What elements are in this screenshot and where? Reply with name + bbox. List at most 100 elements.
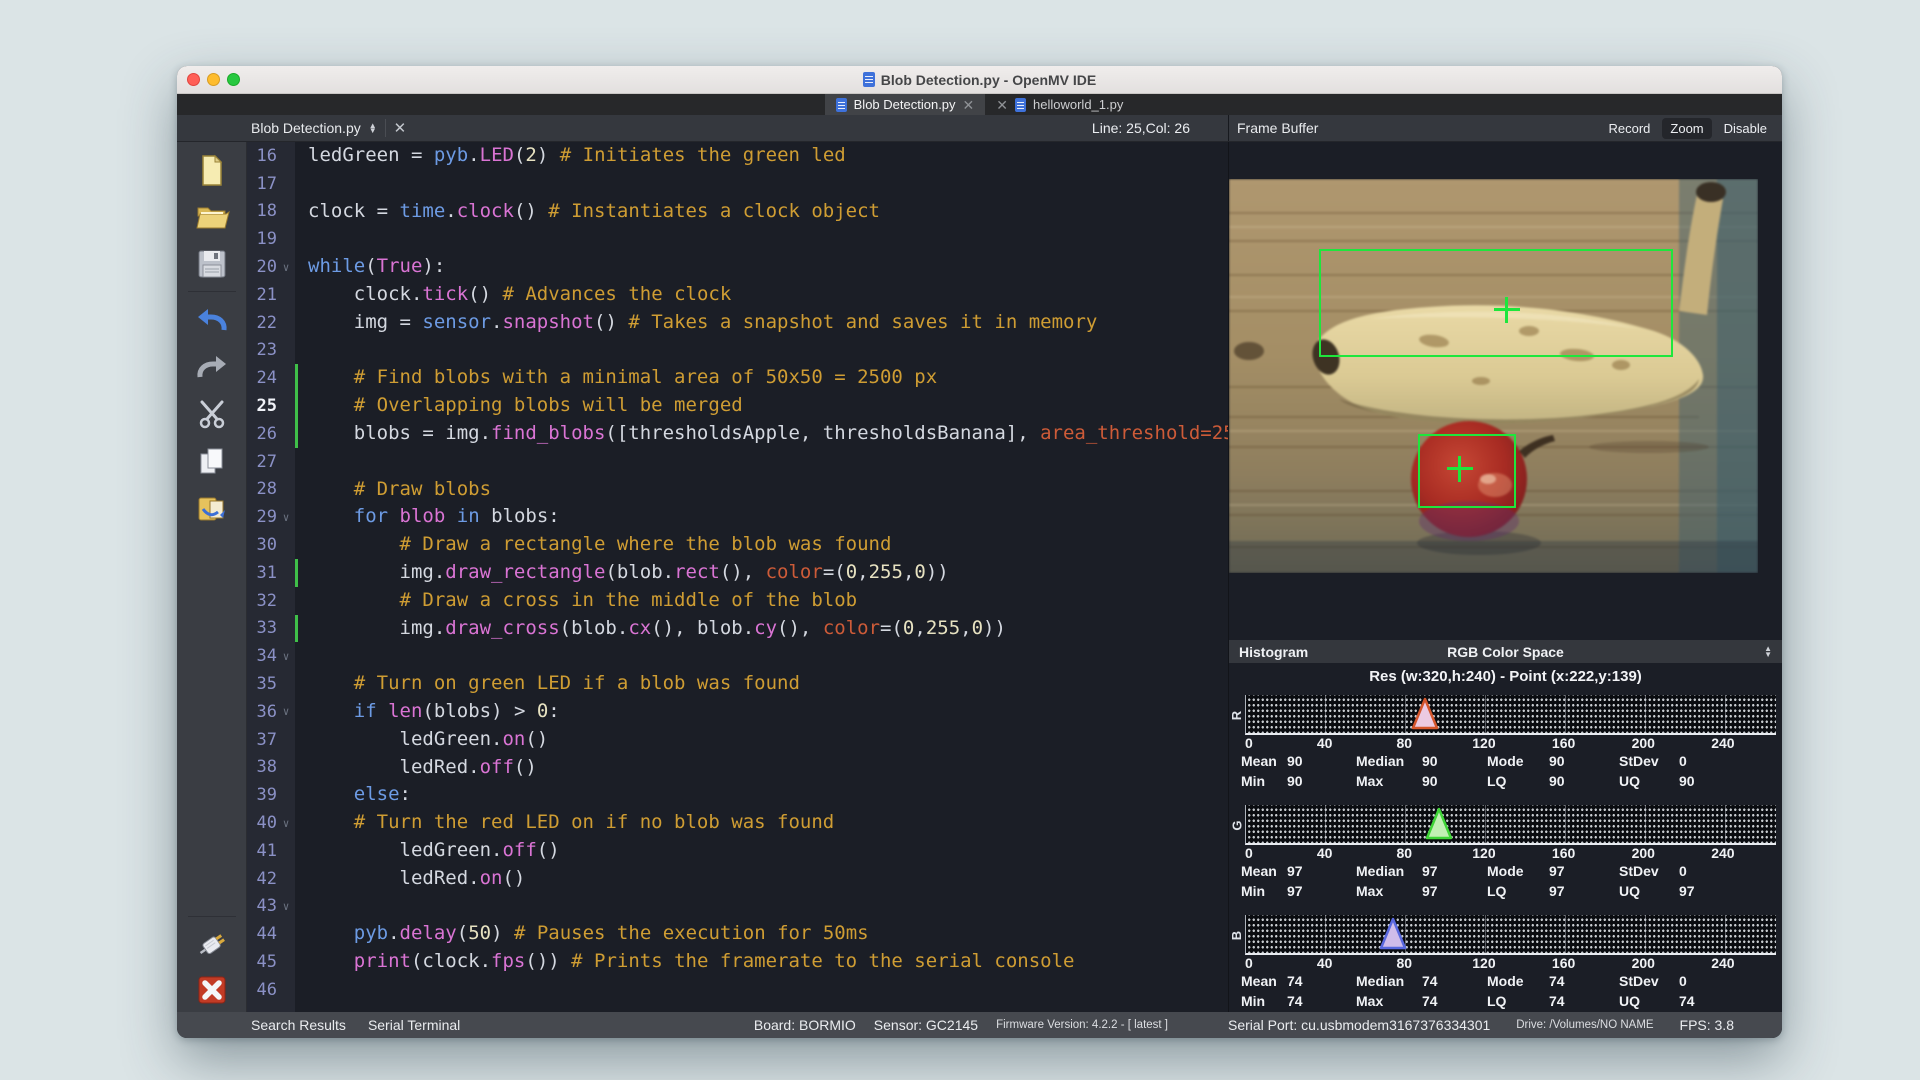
code-text[interactable]: # Draw a cross in the middle of the blob	[298, 587, 857, 615]
color-space-chevron-icon[interactable]: ▲▼	[1764, 646, 1772, 657]
toolbar-separator	[188, 291, 236, 292]
copy-button[interactable]	[177, 437, 247, 484]
line-number: 26	[247, 424, 277, 444]
frame-buffer-title: Frame Buffer	[1229, 120, 1318, 136]
undo-button[interactable]	[177, 296, 247, 343]
fold-arrow-icon[interactable]: ∨	[277, 817, 295, 830]
code-text[interactable]: print(clock.fps()) # Prints the framerat…	[298, 948, 1074, 976]
banana-apple-photo	[1229, 179, 1758, 573]
line-number: 19	[247, 229, 277, 249]
toolbar-separator-bottom	[188, 916, 236, 917]
code-text[interactable]: clock.tick() # Advances the clock	[298, 281, 731, 309]
code-text[interactable]: ledRed.on()	[298, 865, 525, 893]
code-text[interactable]: img.draw_cross(blob.cx(), blob.cy(), col…	[298, 615, 1006, 643]
line-number: 22	[247, 313, 277, 333]
peak-marker-G	[1425, 806, 1453, 845]
line-number: 42	[247, 869, 277, 889]
apple-blob-cross	[1447, 456, 1473, 482]
fold-arrow-icon[interactable]: ∨	[277, 261, 295, 274]
channel-plot-G	[1245, 805, 1776, 845]
line-number: 41	[247, 841, 277, 861]
code-text[interactable]: while(True):	[298, 253, 445, 281]
code-text[interactable]: blobs = img.find_blobs([thresholdsApple,…	[298, 420, 1228, 448]
camera-image[interactable]	[1229, 179, 1758, 573]
cut-button[interactable]	[177, 390, 247, 437]
histogram-header: Histogram RGB Color Space ▲▼	[1229, 640, 1782, 663]
code-text[interactable]: ledRed.off()	[298, 754, 537, 782]
serial-terminal-button[interactable]: Serial Terminal	[368, 1017, 460, 1033]
redo-button[interactable]	[177, 343, 247, 390]
code-line-19: 19	[247, 225, 1228, 253]
code-text[interactable]: pyb.delay(50) # Pauses the execution for…	[298, 920, 869, 948]
tab-blob-detection-py[interactable]: Blob Detection.py ✕	[825, 94, 986, 115]
openmv-ide-window: Blob Detection.py - OpenMV IDE Blob Dete…	[177, 66, 1782, 1038]
record-button[interactable]: Record	[1600, 118, 1658, 139]
traffic-lights	[187, 66, 240, 93]
board-indicator: Board: BORMIO	[754, 1017, 856, 1033]
open-file-button[interactable]	[177, 193, 247, 240]
code-text[interactable]: ledGreen = pyb.LED(2) # Initiates the gr…	[298, 142, 846, 170]
line-number: 31	[247, 563, 277, 583]
stop-button[interactable]	[177, 968, 247, 1012]
status-bar-left: Search Results Serial Terminal Board: BOR…	[177, 1017, 1228, 1033]
code-line-18: 18 clock = time.clock() # Instantiates a …	[247, 198, 1228, 226]
frame-buffer-viewport[interactable]	[1229, 142, 1782, 640]
code-text[interactable]: # Find blobs with a minimal area of 50x5…	[298, 364, 937, 392]
frame-buffer-panel: Histogram RGB Color Space ▲▼ Res (w:320,…	[1228, 142, 1782, 1012]
disable-button[interactable]: Disable	[1716, 118, 1775, 139]
code-text[interactable]: for blob in blobs:	[298, 503, 560, 531]
tab-helloworld-1-py[interactable]: ✕ helloworld_1.py	[985, 94, 1134, 115]
code-line-21: 21 clock.tick() # Advances the clock	[247, 281, 1228, 309]
new-file-button[interactable]	[177, 146, 247, 193]
code-text[interactable]: clock = time.clock() # Instantiates a cl…	[298, 198, 880, 226]
code-text[interactable]: else:	[298, 781, 411, 809]
code-text[interactable]: ledGreen.off()	[298, 837, 560, 865]
line-number: 23	[247, 340, 277, 360]
line-number: 44	[247, 924, 277, 944]
status-bar-center: Board: BORMIO Sensor: GC2145 Firmware Ve…	[754, 1017, 1168, 1033]
line-number: 46	[247, 980, 277, 1000]
close-document-icon[interactable]: ✕	[385, 119, 407, 137]
line-number: 43	[247, 896, 277, 916]
search-results-button[interactable]: Search Results	[251, 1017, 346, 1033]
code-text[interactable]: # Draw blobs	[298, 476, 491, 504]
tab-label: Blob Detection.py	[854, 97, 956, 112]
line-number: 32	[247, 591, 277, 611]
tab-close-icon[interactable]: ✕	[996, 98, 1008, 112]
code-text[interactable]: # Overlapping blobs will be merged	[298, 392, 743, 420]
tab-strip: Blob Detection.py ✕ ✕ helloworld_1.py	[177, 94, 1782, 115]
close-window-button[interactable]	[187, 73, 200, 86]
zoom-window-button[interactable]	[227, 73, 240, 86]
line-number: 34	[247, 646, 277, 666]
code-editor[interactable]: 16ledGreen = pyb.LED(2) # Initiates the …	[247, 142, 1228, 1012]
fold-arrow-icon[interactable]: ∨	[277, 705, 295, 718]
code-text[interactable]: img = sensor.snapshot() # Takes a snapsh…	[298, 309, 1097, 337]
fold-arrow-icon[interactable]: ∨	[277, 650, 295, 663]
paste-button[interactable]	[177, 484, 247, 531]
fold-arrow-icon[interactable]: ∨	[277, 511, 295, 524]
code-text[interactable]: if len(blobs) > 0:	[298, 698, 560, 726]
line-number: 18	[247, 201, 277, 221]
peak-marker-R	[1411, 696, 1439, 735]
code-line-43: 43∨	[247, 893, 1228, 921]
color-space-selector[interactable]: RGB Color Space	[1229, 644, 1782, 660]
histogram-channel-G: G04080120160200240Mean97Median97Mode97St…	[1229, 805, 1782, 912]
firmware-indicator: Firmware Version: 4.2.2 - [ latest ]	[996, 1019, 1168, 1031]
resolution-point-readout: Res (w:320,h:240) - Point (x:222,y:139)	[1229, 663, 1782, 689]
open-document-selector[interactable]: Blob Detection.py ▲▼ ✕	[251, 115, 406, 141]
code-text[interactable]: ledGreen.on()	[298, 726, 548, 754]
code-text[interactable]: # Draw a rectangle where the blob was fo…	[298, 531, 891, 559]
code-line-36: 36∨ if len(blobs) > 0:	[247, 698, 1228, 726]
connect-button[interactable]	[177, 921, 247, 968]
code-line-42: 42 ledRed.on()	[247, 865, 1228, 893]
tab-label: helloworld_1.py	[1033, 97, 1123, 112]
code-text[interactable]: img.draw_rectangle(blob.rect(), color=(0…	[298, 559, 949, 587]
code-text[interactable]: # Turn the red LED on if no blob was fou…	[298, 809, 834, 837]
code-text[interactable]: # Turn on green LED if a blob was found	[298, 670, 800, 698]
tab-close-icon[interactable]: ✕	[963, 98, 975, 112]
code-line-40: 40∨ # Turn the red LED on if no blob was…	[247, 809, 1228, 837]
fold-arrow-icon[interactable]: ∨	[277, 900, 295, 913]
minimize-window-button[interactable]	[207, 73, 220, 86]
zoom-button[interactable]: Zoom	[1662, 118, 1711, 139]
save-file-button[interactable]	[177, 240, 247, 287]
